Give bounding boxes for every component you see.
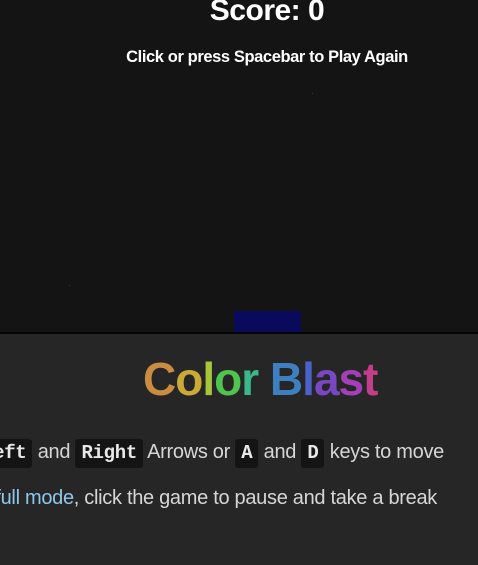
title-letter: t xyxy=(363,353,378,405)
description-text: , click the game to pause and take a bre… xyxy=(73,487,437,509)
key-a: A xyxy=(235,439,259,468)
key-left: Left xyxy=(0,439,33,468)
instructions-text: Arrows or xyxy=(147,441,230,463)
instructions-text: and xyxy=(263,441,297,463)
key-right: Right xyxy=(75,439,143,468)
game-info-panel: Color Blast Left and Right Arrows or A a… xyxy=(0,334,478,565)
play-again-prompt: Click or press Spacebar to Play Again xyxy=(126,48,408,66)
paddle xyxy=(234,311,301,332)
instructions-text: and xyxy=(37,441,71,463)
ball xyxy=(312,93,313,94)
game-title: Color Blast xyxy=(143,353,378,405)
instructions-text: keys to move xyxy=(329,441,445,463)
particle xyxy=(69,285,70,286)
title-letter: B xyxy=(269,353,303,405)
title-space xyxy=(258,353,270,405)
title-letter: l xyxy=(202,353,215,405)
title-letter: l xyxy=(302,353,315,405)
title-letter: o xyxy=(175,353,203,405)
title-letter: C xyxy=(143,353,176,405)
score-text: Score: 0 xyxy=(209,0,325,27)
game-canvas[interactable]: Score: 0 Click or press Spacebar to Play… xyxy=(0,0,478,334)
title-letter: a xyxy=(313,353,340,405)
full-mode-link[interactable]: full mode xyxy=(0,487,74,509)
pause-description: In full mode, click the game to pause an… xyxy=(0,481,437,515)
title-letter: o xyxy=(214,353,242,405)
title-letter: r xyxy=(241,353,259,405)
key-d: D xyxy=(301,439,325,468)
controls-instructions: Left and Right Arrows or A and D keys to… xyxy=(0,435,444,469)
title-letter: s xyxy=(338,353,365,405)
